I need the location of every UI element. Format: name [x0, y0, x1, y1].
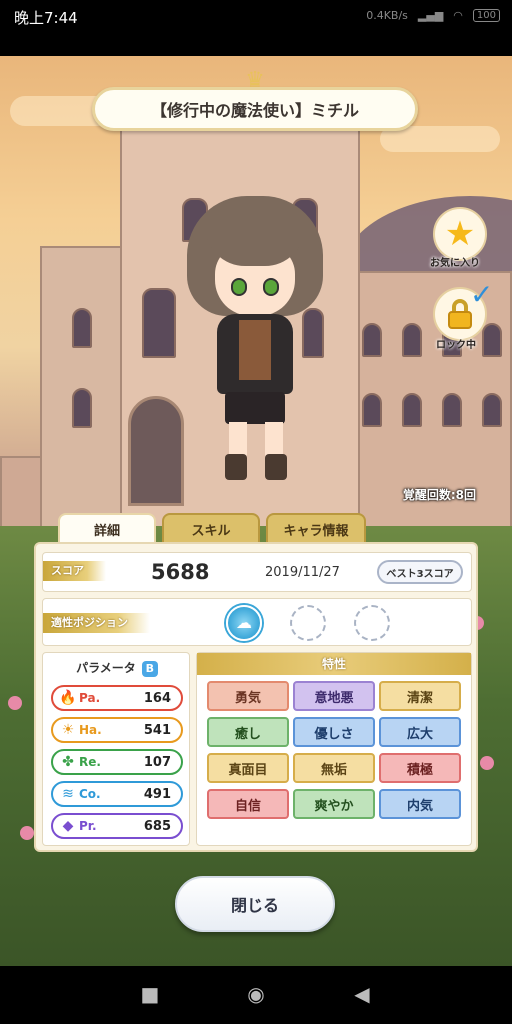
- trait-box: 特性 勇気 意地悪 清潔 癒し 優しさ 広大 真面目 無垢 積極 自信 爽やか …: [196, 652, 472, 846]
- wind-icon: ☁: [236, 613, 252, 632]
- status-time: 晚上7:44: [14, 9, 78, 27]
- param-re: ✤ Re. 107: [51, 749, 183, 775]
- param-name: Pr.: [79, 819, 97, 833]
- net-speed: 0.4KB/s: [366, 9, 408, 22]
- position-label: 適性ポジション: [43, 613, 150, 633]
- flower: [8, 696, 22, 710]
- param-pa: 🔥 Pa. 164: [51, 685, 183, 711]
- flame-icon: 🔥: [59, 690, 77, 706]
- parameter-title: パラメータ: [76, 661, 136, 675]
- diamond-icon: ◆: [62, 818, 74, 834]
- score-row: スコア 5688 2019/11/27 ベスト3スコア: [42, 552, 472, 592]
- home-icon[interactable]: ◉: [244, 982, 268, 1006]
- position-row: 適性ポジション ☁: [42, 598, 472, 646]
- recent-apps-icon[interactable]: ■: [138, 982, 162, 1006]
- tab-bar: 詳細 スキル キャラ情報: [58, 513, 366, 543]
- trait-tag: 無垢: [293, 753, 375, 783]
- close-button[interactable]: 閉じる: [175, 876, 335, 932]
- parameter-heading: パラメータ B: [43, 659, 191, 677]
- trait-tag: 癒し: [207, 717, 289, 747]
- param-value: 164: [143, 690, 171, 706]
- param-value: 541: [143, 722, 171, 738]
- favorite-button[interactable]: ★: [433, 207, 487, 261]
- detail-panel: スコア 5688 2019/11/27 ベスト3スコア 適性ポジション ☁ パラ…: [34, 542, 478, 852]
- character-boot: [265, 454, 287, 480]
- trait-tag: 勇気: [207, 681, 289, 711]
- character-shirt: [239, 320, 271, 380]
- position-slot-empty: [354, 605, 390, 641]
- param-value: 685: [143, 818, 171, 834]
- score-date: 2019/11/27: [265, 565, 340, 580]
- trait-tag: 優しさ: [293, 717, 375, 747]
- trait-tag: 広大: [379, 717, 461, 747]
- character-sprite[interactable]: [185, 196, 325, 496]
- status-bar: 晚上7:44 0.4KB/s ▂▄▆ ◠ 100: [0, 0, 512, 34]
- game-scene: ♛ 【修行中の魔法使い】ミチル ★ お気に入り ✓ ロック中 覚醒回数:8回 詳…: [0, 56, 512, 966]
- param-name: Pa.: [79, 691, 101, 705]
- trait-tag: 積極: [379, 753, 461, 783]
- param-value: 107: [143, 754, 171, 770]
- wind-icon: ≋: [62, 786, 74, 802]
- trait-tag: 内気: [379, 789, 461, 819]
- param-ha: ☀ Ha. 541: [51, 717, 183, 743]
- nav-bar: ■ ◉ ◀: [0, 966, 512, 1024]
- trait-tag: 意地悪: [293, 681, 375, 711]
- trait-heading: 特性: [197, 653, 471, 675]
- score-value: 5688: [151, 560, 210, 584]
- flower: [20, 826, 34, 840]
- check-icon: ✓: [470, 278, 494, 311]
- trait-tag: 清潔: [379, 681, 461, 711]
- score-label: スコア: [43, 561, 106, 581]
- position-slot-empty: [290, 605, 326, 641]
- awaken-count: 覚醒回数:8回: [402, 488, 476, 502]
- sun-icon: ☀: [61, 722, 75, 738]
- param-name: Co.: [79, 787, 101, 801]
- param-pr: ◆ Pr. 685: [51, 813, 183, 839]
- best-score-button[interactable]: ベスト3スコア: [377, 560, 463, 584]
- tab-skill[interactable]: スキル: [162, 513, 260, 543]
- tab-details[interactable]: 詳細: [58, 513, 156, 543]
- parameter-box: パラメータ B 🔥 Pa. 164 ☀ Ha. 541 ✤ Re. 107 ≋ C…: [42, 652, 190, 846]
- trait-tag: 真面目: [207, 753, 289, 783]
- star-icon: ★: [444, 214, 476, 254]
- favorite-label: お気に入り: [430, 258, 480, 269]
- flower: [480, 756, 494, 770]
- trait-tag: 自信: [207, 789, 289, 819]
- castle-gate: [128, 396, 184, 506]
- character-eye: [263, 278, 279, 296]
- wifi-icon: ◠: [453, 9, 463, 22]
- position-slot-filled: ☁: [226, 605, 262, 641]
- signal-icon: ▂▄▆: [417, 9, 444, 22]
- rank-badge: B: [141, 661, 158, 677]
- card-title: 【修行中の魔法使い】ミチル: [92, 87, 418, 131]
- status-icons: 0.4KB/s ▂▄▆ ◠ 100: [366, 9, 500, 22]
- param-name: Re.: [79, 755, 101, 769]
- character-eye: [231, 278, 247, 296]
- character-shorts: [225, 392, 285, 424]
- param-name: Ha.: [79, 723, 102, 737]
- param-co: ≋ Co. 491: [51, 781, 183, 807]
- character-boot: [225, 454, 247, 480]
- back-icon[interactable]: ◀: [350, 982, 374, 1006]
- trait-tag: 爽やか: [293, 789, 375, 819]
- lock-label: ロック中: [436, 340, 476, 351]
- tab-character-info[interactable]: キャラ情報: [266, 513, 366, 543]
- clover-icon: ✤: [62, 754, 74, 770]
- param-value: 491: [143, 786, 171, 802]
- battery-icon: 100: [472, 9, 500, 22]
